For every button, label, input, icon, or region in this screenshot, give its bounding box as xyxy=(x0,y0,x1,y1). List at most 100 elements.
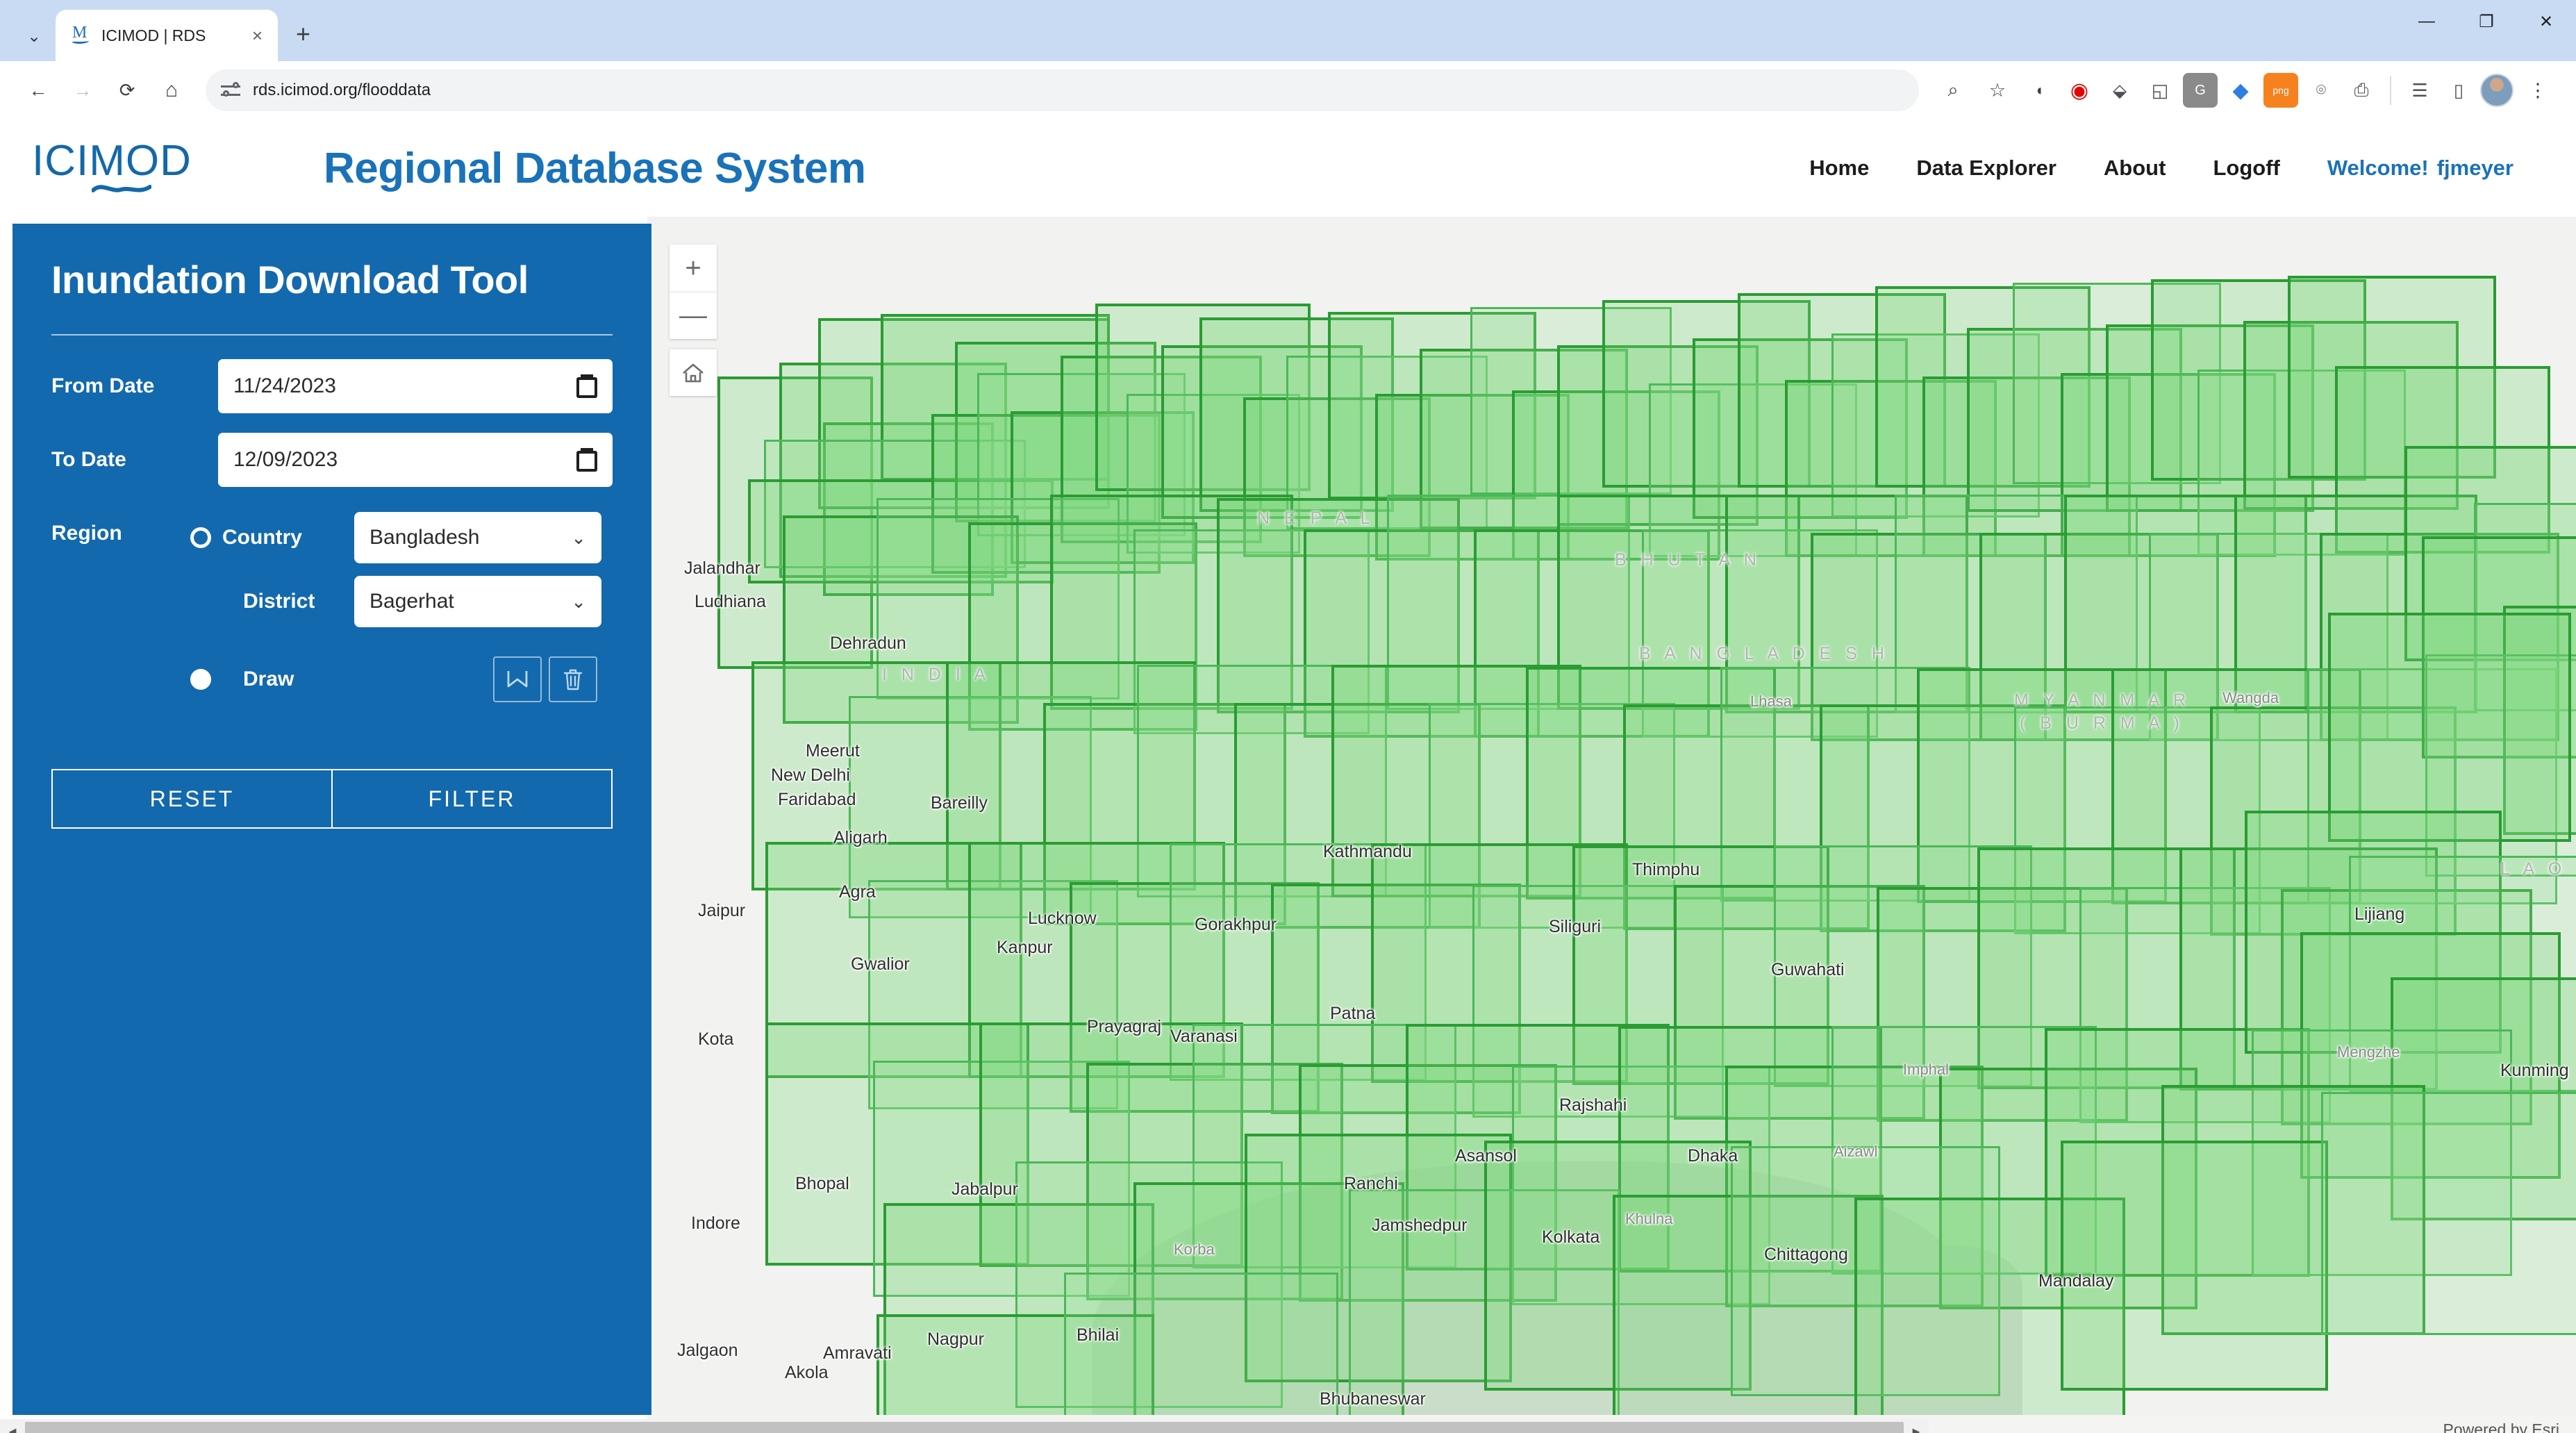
zoom-icon[interactable]: ⌕ xyxy=(1933,70,1973,110)
nav-link-data-explorer[interactable]: Data Explorer xyxy=(1893,156,2080,181)
inundation-footprint[interactable] xyxy=(2328,613,2571,842)
polygon-draw-icon xyxy=(506,668,529,690)
tab-search-chevron-icon[interactable]: ⌄ xyxy=(13,15,56,58)
filter-button[interactable]: FILTER xyxy=(333,769,613,829)
png-icon[interactable]: png xyxy=(2263,73,2298,108)
calendar-icon[interactable] xyxy=(576,448,597,472)
icimod-logo[interactable]: ICIMOD xyxy=(32,138,240,198)
scroll-left-arrow[interactable]: ◄ xyxy=(0,1425,25,1433)
polygon-draw-button[interactable] xyxy=(493,656,542,702)
diamond-icon[interactable]: ◆ xyxy=(2223,73,2258,108)
username-link[interactable]: fjmeyer xyxy=(2437,156,2537,181)
district-label: District xyxy=(243,590,354,613)
from-date-label: From Date xyxy=(51,374,218,398)
bookmark-star-icon[interactable]: ☆ xyxy=(1977,70,2018,110)
side-panel-icon[interactable]: ▯ xyxy=(2441,73,2476,108)
panel-actions: RESET FILTER xyxy=(51,769,613,829)
maximize-icon[interactable]: ❐ xyxy=(2457,0,2516,43)
logo-text: ICIMOD xyxy=(32,138,240,184)
scrollbar-thumb[interactable] xyxy=(25,1422,1904,1433)
tab-strip: ⌄ M ICIMOD | RDS × + — ❐ ✕ xyxy=(0,0,2576,61)
site-settings-icon[interactable] xyxy=(221,81,240,100)
browser-menu-icon[interactable]: ⋮ xyxy=(2518,70,2558,110)
reset-button[interactable]: RESET xyxy=(51,769,333,829)
from-date-input[interactable]: 11/24/2023 xyxy=(218,359,613,413)
toolbar-divider xyxy=(2390,76,2391,105)
split-view-icon[interactable]: ◱ xyxy=(2143,73,2177,108)
back-icon[interactable]: ← xyxy=(18,70,58,110)
horizontal-scrollbar[interactable]: ◄ ► xyxy=(0,1419,1929,1433)
clipboard-icon[interactable]: ⎙ xyxy=(2344,73,2379,108)
nav-link-logoff[interactable]: Logoff xyxy=(2189,156,2303,181)
zoom-out-button[interactable]: — xyxy=(670,292,717,339)
map-zoom-controls: + — xyxy=(670,245,717,396)
district-select[interactable]: Bagerhat ⌄ xyxy=(354,576,601,627)
page-content: ICIMOD Regional Database System Home Dat… xyxy=(0,119,2576,1433)
url-text: rds.icimod.org/flooddata xyxy=(253,81,431,100)
reload-icon[interactable]: ⟳ xyxy=(107,70,147,110)
reading-list-icon[interactable]: ☰ xyxy=(2402,73,2437,108)
home-icon xyxy=(681,361,706,385)
map-canvas[interactable]: N E P A LB H U T A NB A N G L A D E S HI… xyxy=(647,217,2576,1433)
delete-drawing-button[interactable] xyxy=(549,656,597,702)
to-date-value: 12/09/2023 xyxy=(233,448,338,472)
extension-icons: ◖ ◉ ⬙ ◱ G ◆ png ⌾ ⎙ xyxy=(2022,73,2379,108)
zoom-in-button[interactable]: + xyxy=(670,245,717,292)
to-date-label: To Date xyxy=(51,448,218,472)
opera-icon[interactable]: ◉ xyxy=(2062,73,2097,108)
forward-icon[interactable]: → xyxy=(63,70,103,110)
pocket-icon[interactable]: ◖ xyxy=(2022,73,2056,108)
home-icon[interactable]: ⌂ xyxy=(151,70,192,110)
layers-icon[interactable]: ⬙ xyxy=(2102,73,2137,108)
nav-link-about[interactable]: About xyxy=(2080,156,2190,181)
from-date-value: 11/24/2023 xyxy=(233,374,336,398)
district-selected-value: Bagerhat xyxy=(369,590,454,613)
country-radio-label: Country xyxy=(222,526,354,549)
draw-tools xyxy=(493,656,597,702)
region-label: Region xyxy=(51,512,190,702)
icimod-favicon-icon: M xyxy=(71,25,92,46)
browser-tab[interactable]: M ICIMOD | RDS × xyxy=(56,10,278,61)
logo-wave-icon xyxy=(92,183,151,195)
chevron-down-icon: ⌄ xyxy=(571,593,586,611)
country-radio[interactable] xyxy=(190,527,211,548)
nav-link-home[interactable]: Home xyxy=(1786,156,1893,181)
window-controls: — ❐ ✕ xyxy=(2397,0,2576,61)
minimize-icon[interactable]: — xyxy=(2397,0,2457,43)
camera-icon[interactable]: ⌾ xyxy=(2304,73,2338,108)
browser-toolbar: ← → ⟳ ⌂ rds.icimod.org/flooddata ⌕ ☆ ◖ ◉… xyxy=(0,61,2576,119)
map-home-button[interactable] xyxy=(670,349,717,396)
inundation-footprint[interactable] xyxy=(1064,1273,1338,1433)
inundation-download-panel: Inundation Download Tool From Date 11/24… xyxy=(13,224,651,1415)
main-nav: Home Data Explorer About Logoff Welcome!… xyxy=(1786,156,2576,181)
from-date-row: From Date 11/24/2023 xyxy=(51,359,613,413)
country-option-row: Country Bangladesh ⌄ xyxy=(190,512,613,563)
country-select[interactable]: Bangladesh ⌄ xyxy=(354,512,601,563)
tab-close-icon[interactable]: × xyxy=(248,25,267,47)
calendar-icon[interactable] xyxy=(576,374,597,398)
draw-radio[interactable] xyxy=(190,669,211,690)
panel-divider xyxy=(51,334,613,336)
inundation-footprint[interactable] xyxy=(2321,1092,2576,1335)
scroll-right-arrow[interactable]: ► xyxy=(1904,1425,1929,1433)
trash-icon xyxy=(563,668,583,691)
profile-avatar[interactable] xyxy=(2480,74,2513,107)
address-bar[interactable]: rds.icimod.org/flooddata xyxy=(206,69,1919,111)
page-title: Regional Database System xyxy=(324,144,866,193)
powered-by-esri: Powered by Esri xyxy=(2443,1420,2576,1433)
close-window-icon[interactable]: ✕ xyxy=(2516,0,2576,43)
browser-window: ⌄ M ICIMOD | RDS × + — ❐ ✕ ← → ⟳ ⌂ rds.i… xyxy=(0,0,2576,1433)
welcome-label: Welcome! xyxy=(2304,156,2437,181)
region-section: Region Country Bangladesh ⌄ District xyxy=(51,512,613,702)
tab-title: ICIMOD | RDS xyxy=(101,26,206,45)
inundation-footprint[interactable] xyxy=(2061,1141,2328,1391)
to-date-input[interactable]: 12/09/2023 xyxy=(218,433,613,487)
panel-title: Inundation Download Tool xyxy=(51,257,613,302)
chevron-down-icon: ⌄ xyxy=(571,529,586,547)
grammarly-icon[interactable]: G xyxy=(2183,73,2218,108)
site-header: ICIMOD Regional Database System Home Dat… xyxy=(0,119,2576,217)
draw-option-row: Draw xyxy=(190,656,613,702)
new-tab-button[interactable]: + xyxy=(296,19,310,49)
content-area: N E P A LB H U T A NB A N G L A D E S HI… xyxy=(0,217,2576,1433)
district-row: District Bagerhat ⌄ xyxy=(243,576,613,627)
